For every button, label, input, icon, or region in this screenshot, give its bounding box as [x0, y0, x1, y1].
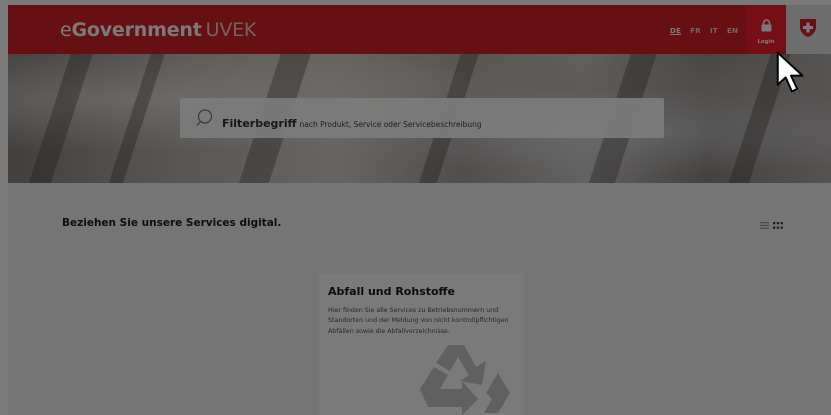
hero-decor	[98, 54, 172, 183]
brand-suffix: UVEK	[205, 19, 257, 41]
search-icon	[196, 109, 213, 126]
page: eGovernment UVEK DE FR IT EN Login Filte…	[8, 5, 831, 415]
app-window: eGovernment UVEK DE FR IT EN Login Filte…	[0, 0, 831, 415]
card-description: Hier finden Sie alle Services zu Betrieb…	[328, 307, 509, 335]
lang-fr[interactable]: FR	[690, 27, 701, 35]
search-input[interactable]: Filterbegriff nach Produkt, Service oder …	[180, 98, 664, 138]
lang-it[interactable]: IT	[710, 27, 718, 35]
grid-view-icon[interactable]	[773, 222, 783, 229]
hero-banner: Filterbegriff nach Produkt, Service oder …	[8, 54, 831, 183]
search-placeholder: Filterbegriff nach Produkt, Service oder …	[222, 112, 482, 131]
brand-prefix: e	[60, 19, 72, 41]
swiss-shield-icon	[800, 19, 816, 37]
card-title: Abfall und Rohstoffe	[328, 285, 455, 298]
hero-decor	[18, 54, 100, 183]
login-label: Login	[757, 39, 775, 45]
search-placeholder-strong: Filterbegriff	[222, 117, 297, 130]
language-switcher: DE FR IT EN	[670, 27, 738, 35]
swiss-shield-area	[786, 5, 831, 55]
brand-main: Government	[71, 19, 202, 41]
service-card-abfall[interactable]: Abfall und Rohstoffe Hier finden Sie all…	[318, 273, 524, 415]
lang-de[interactable]: DE	[670, 27, 681, 35]
search-placeholder-rest: nach Produkt, Service oder Servicebeschr…	[299, 120, 482, 129]
top-header: eGovernment UVEK DE FR IT EN Login	[8, 5, 831, 63]
lang-en[interactable]: EN	[727, 27, 738, 35]
lock-icon	[761, 19, 772, 32]
brand-logo[interactable]: eGovernment UVEK	[60, 19, 256, 41]
view-toggle	[760, 222, 783, 229]
list-view-icon[interactable]	[760, 222, 769, 229]
recycle-icon	[420, 345, 510, 415]
section-heading: Beziehen Sie unsere Services digital.	[62, 217, 282, 229]
mouse-cursor-icon	[776, 51, 804, 93]
